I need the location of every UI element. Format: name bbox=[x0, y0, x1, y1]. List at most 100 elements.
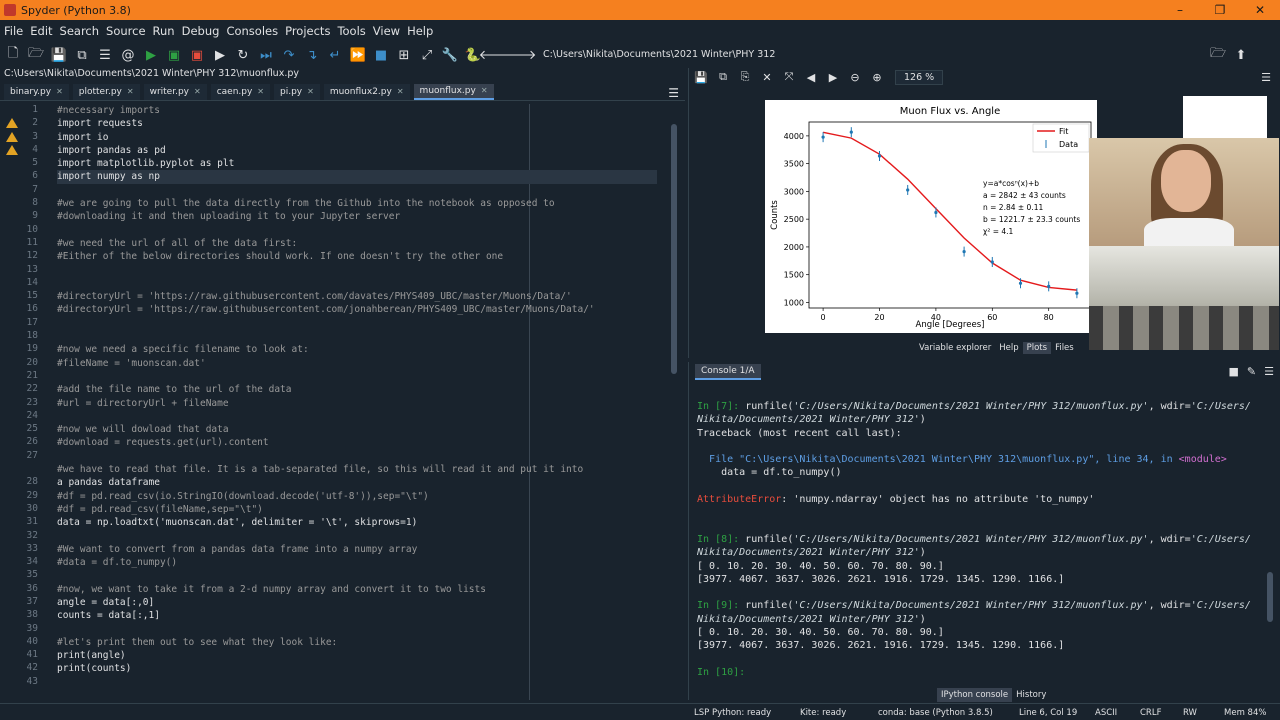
code-line[interactable] bbox=[57, 184, 657, 197]
menu-edit[interactable]: Edit bbox=[30, 24, 52, 38]
run-cell-icon[interactable]: ▣ bbox=[165, 46, 183, 64]
step-into-icon[interactable]: ↴ bbox=[303, 46, 321, 64]
menu-source[interactable]: Source bbox=[106, 24, 146, 38]
console-prompt[interactable]: In [10]: bbox=[697, 666, 1267, 679]
open-file-icon[interactable]: 🗁 bbox=[27, 46, 45, 64]
save-plot-icon[interactable]: 💾 bbox=[693, 69, 709, 85]
maximize-pane-icon[interactable]: ⊞ bbox=[395, 46, 413, 64]
save-all-icon[interactable]: ⧉ bbox=[73, 46, 91, 64]
close-icon[interactable]: ✕ bbox=[56, 84, 63, 100]
code-line[interactable] bbox=[57, 623, 657, 636]
code-line[interactable]: import pandas as pd bbox=[57, 144, 657, 157]
tab-plots[interactable]: Plots bbox=[1022, 342, 1052, 354]
code-line[interactable] bbox=[57, 277, 657, 290]
remove-plot-icon[interactable]: ✕ bbox=[759, 69, 775, 85]
code-line[interactable]: #url = directoryUrl + fileName bbox=[57, 397, 657, 410]
code-line[interactable]: #directoryUrl = 'https://raw.githubuserc… bbox=[57, 303, 657, 316]
clear-icon[interactable]: ✎ bbox=[1247, 365, 1256, 378]
ipython-console-output[interactable]: In [7]: runfile('C:/Users/Nikita/Documen… bbox=[697, 400, 1267, 679]
close-icon[interactable]: ✕ bbox=[307, 84, 314, 100]
tab-muonflux[interactable]: muonflux.py ✕ bbox=[413, 83, 494, 100]
code-line[interactable]: #df = pd.read_csv(fileName,sep="\t") bbox=[57, 503, 657, 516]
code-line[interactable]: import io bbox=[57, 131, 657, 144]
code-line[interactable]: #we are going to pull the data directly … bbox=[57, 197, 657, 210]
code-line[interactable]: #directoryUrl = 'https://raw.githubuserc… bbox=[57, 290, 657, 303]
code-line[interactable] bbox=[57, 224, 657, 237]
code-line[interactable]: #we need the url of all of the data firs… bbox=[57, 237, 657, 250]
copy-plot-icon[interactable]: ⎘ bbox=[737, 69, 753, 85]
save-all-plots-icon[interactable]: ⧉ bbox=[715, 69, 731, 85]
code-line[interactable]: print(angle) bbox=[57, 649, 657, 662]
code-line[interactable]: #necessary imports bbox=[57, 104, 657, 117]
menu-view[interactable]: View bbox=[373, 24, 400, 38]
tab-history[interactable]: History bbox=[1012, 688, 1050, 702]
parent-dir-icon[interactable]: ⬆ bbox=[1232, 46, 1250, 64]
zoom-out-icon[interactable]: ⊖ bbox=[847, 69, 863, 85]
tab-pi[interactable]: pi.py ✕ bbox=[274, 84, 320, 100]
code-line[interactable]: print(counts) bbox=[57, 662, 657, 675]
code-line[interactable] bbox=[57, 569, 657, 582]
code-line[interactable]: #We want to convert from a pandas data f… bbox=[57, 543, 657, 556]
minimize-icon[interactable]: – bbox=[1160, 3, 1200, 17]
code-line[interactable] bbox=[57, 676, 657, 689]
tab-binary[interactable]: binary.py ✕ bbox=[4, 84, 69, 100]
menu-search[interactable]: Search bbox=[60, 24, 100, 38]
code-area[interactable]: #necessary imports import requests import … bbox=[57, 104, 657, 689]
close-icon[interactable]: ✕ bbox=[1240, 3, 1280, 17]
code-line[interactable] bbox=[57, 370, 657, 383]
code-line[interactable]: #now, we want to take it from a 2-d nump… bbox=[57, 583, 657, 596]
pane-menu-icon[interactable]: ☰ bbox=[1258, 69, 1274, 85]
tab-caen[interactable]: caen.py ✕ bbox=[210, 84, 270, 100]
code-line[interactable]: #now we will dowload that data bbox=[57, 423, 657, 436]
code-editor[interactable]: 1 2 3 4 5 6 7 8 9 10 11 12 13 14 15 16 17 18 19 20 21 22 23 24 2… bbox=[0, 104, 670, 700]
at-icon[interactable]: @ bbox=[119, 46, 137, 64]
continue-icon[interactable]: ⏩ bbox=[349, 46, 367, 64]
previous-plot-icon[interactable]: ◀ bbox=[803, 69, 819, 85]
close-icon[interactable]: ✕ bbox=[194, 84, 201, 100]
code-line[interactable]: a pandas dataframe bbox=[57, 476, 657, 489]
run-icon[interactable]: ▶ bbox=[142, 46, 160, 64]
menu-help[interactable]: Help bbox=[407, 24, 433, 38]
code-line[interactable]: #data = df.to_numpy() bbox=[57, 556, 657, 569]
code-line[interactable]: #downloading it and then uploading it to… bbox=[57, 210, 657, 223]
code-line[interactable]: import matplotlib.pyplot as plt bbox=[57, 157, 657, 170]
tab-variable-explorer[interactable]: Variable explorer bbox=[915, 342, 995, 354]
zoom-in-icon[interactable]: ⊕ bbox=[869, 69, 885, 85]
close-icon[interactable]: ✕ bbox=[481, 83, 488, 99]
code-line[interactable] bbox=[57, 530, 657, 543]
code-line[interactable]: #we have to read that file. It is a tab-… bbox=[57, 463, 657, 476]
code-line[interactable]: counts = data[:,1] bbox=[57, 609, 657, 622]
preferences-icon[interactable]: 🔧 bbox=[441, 46, 459, 64]
new-file-icon[interactable]: 🗋 bbox=[4, 46, 22, 64]
menu-debug[interactable]: Debug bbox=[182, 24, 220, 38]
step-icon[interactable]: ↷ bbox=[280, 46, 298, 64]
code-line[interactable]: #df = pd.read_csv(io.StringIO(download.d… bbox=[57, 490, 657, 503]
maximize-icon[interactable]: ❐ bbox=[1200, 3, 1240, 17]
list-icon[interactable]: ☰ bbox=[96, 46, 114, 64]
code-line[interactable]: angle = data[:,0] bbox=[57, 596, 657, 609]
fullscreen-icon[interactable]: ⤢ bbox=[418, 46, 436, 64]
remove-all-plots-icon[interactable]: ⤧ bbox=[781, 69, 797, 85]
code-line[interactable] bbox=[57, 264, 657, 277]
step-return-icon[interactable]: ↵ bbox=[326, 46, 344, 64]
code-line[interactable]: data = np.loadtxt('muonscan.dat', delimi… bbox=[57, 516, 657, 529]
warning-icon[interactable] bbox=[6, 118, 18, 129]
next-plot-icon[interactable]: ▶ bbox=[825, 69, 841, 85]
close-icon[interactable]: ✕ bbox=[397, 84, 404, 100]
run-selection-icon[interactable]: ▶ bbox=[211, 46, 229, 64]
tab-files[interactable]: Files bbox=[1051, 342, 1078, 354]
tab-muonflux2[interactable]: muonflux2.py ✕ bbox=[323, 84, 410, 100]
code-line[interactable]: #fileName = 'muonscan.dat' bbox=[57, 357, 657, 370]
tab-plotter[interactable]: plotter.py ✕ bbox=[72, 84, 140, 100]
code-line[interactable]: #let's print them out to see what they l… bbox=[57, 636, 657, 649]
code-line[interactable]: #add the file name to the url of the dat… bbox=[57, 383, 657, 396]
plot-thumbnail[interactable] bbox=[1183, 96, 1267, 144]
code-line[interactable] bbox=[57, 330, 657, 343]
code-line[interactable]: import requests bbox=[57, 117, 657, 130]
working-directory-field[interactable]: C:\Users\Nikita\Documents\2021 Winter\PH… bbox=[539, 46, 1209, 64]
scroll-thumb[interactable] bbox=[671, 124, 677, 374]
run-cell-advance-icon[interactable]: ▣ bbox=[188, 46, 206, 64]
menu-projects[interactable]: Projects bbox=[285, 24, 330, 38]
rerun-icon[interactable]: ↻ bbox=[234, 46, 252, 64]
code-line[interactable]: import numpy as np bbox=[57, 170, 657, 184]
